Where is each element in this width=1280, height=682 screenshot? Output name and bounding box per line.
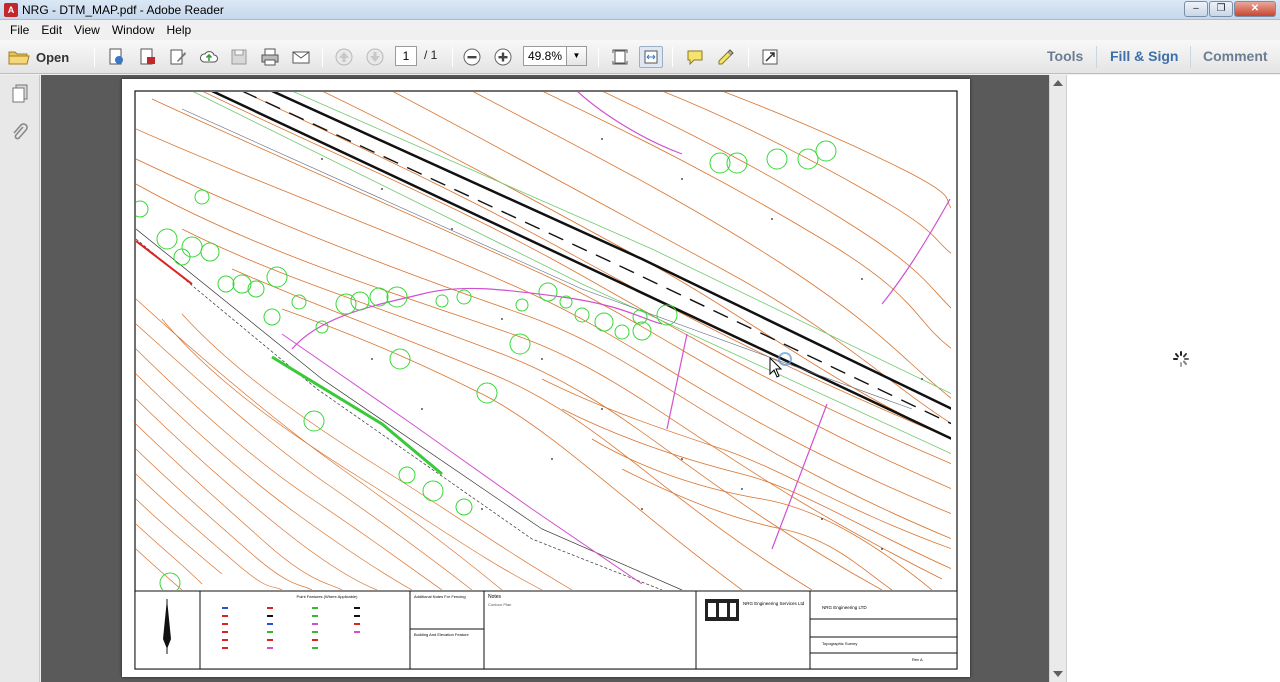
restore-button[interactable]: ❐ [1209, 1, 1233, 17]
building-heading: Building And Elevation Feature [414, 632, 469, 637]
minimize-button[interactable]: – [1184, 1, 1208, 17]
document-area[interactable]: Point Features (Where Applicable) Additi… [41, 75, 1049, 682]
point-features-heading: Point Features (Where Applicable) [296, 594, 358, 599]
window-title: NRG - DTM_MAP.pdf - Adobe Reader [22, 3, 224, 17]
title-block [134, 590, 958, 670]
fullscreen-icon[interactable] [758, 46, 782, 68]
edit-pdf-icon[interactable] [166, 46, 190, 68]
menu-view[interactable]: View [68, 23, 106, 37]
open-label: Open [36, 49, 70, 65]
zoom-in-icon[interactable] [491, 46, 515, 68]
zoom-out-icon[interactable] [460, 46, 484, 68]
company-name: NRG Engineering Services Ltd [743, 601, 805, 606]
fit-page-icon[interactable] [608, 46, 632, 68]
topographic-map [134, 90, 958, 670]
fit-width-icon[interactable] [639, 46, 663, 68]
create-pdf-icon[interactable] [104, 46, 128, 68]
navigation-pane [0, 75, 40, 682]
print-icon[interactable] [258, 46, 282, 68]
previous-page-icon[interactable] [332, 46, 356, 68]
page-total: / 1 [424, 48, 438, 62]
notes-body: Contour Plan [488, 602, 512, 607]
close-button[interactable]: ✕ [1234, 1, 1276, 17]
email-icon[interactable] [289, 46, 313, 68]
export-pdf-icon[interactable] [135, 46, 159, 68]
pages-icon[interactable] [10, 83, 30, 103]
menu-edit[interactable]: Edit [35, 23, 68, 37]
tools-link[interactable]: Tools [1047, 48, 1083, 64]
vertical-scrollbar[interactable] [1049, 75, 1066, 682]
scroll-down-icon[interactable] [1053, 671, 1063, 677]
open-button[interactable]: Open [8, 46, 69, 68]
menu-help[interactable]: Help [161, 23, 198, 37]
save-icon[interactable] [227, 46, 251, 68]
menu-bar: File Edit View Window Help [0, 20, 1280, 40]
folder-icon [8, 51, 30, 65]
menu-file[interactable]: File [4, 23, 35, 37]
toolbar: Open [0, 40, 1280, 74]
pdf-page[interactable]: Point Features (Where Applicable) Additi… [122, 79, 970, 677]
busy-ring-icon [778, 352, 792, 366]
client-name: NRG Engineering LTD [822, 605, 867, 610]
fencing-heading: Additional Notes For Fencing [414, 594, 466, 599]
loading-spinner-icon [1173, 351, 1189, 367]
adobe-reader-icon: A [4, 3, 18, 17]
zoom-input[interactable]: 49.8% [523, 46, 567, 66]
notes-heading: Notes [488, 594, 502, 600]
sticky-note-icon[interactable] [683, 46, 707, 68]
next-page-icon[interactable] [363, 46, 387, 68]
highlight-icon[interactable] [714, 46, 738, 68]
page-number-input[interactable]: 1 [395, 46, 417, 66]
scroll-up-icon[interactable] [1053, 80, 1063, 86]
revision-label: Rev A [912, 657, 923, 662]
comment-link[interactable]: Comment [1203, 48, 1268, 64]
zoom-dropdown-icon[interactable]: ▼ [567, 46, 587, 66]
attachments-icon[interactable] [10, 123, 30, 143]
fill-sign-link[interactable]: Fill & Sign [1110, 48, 1178, 64]
cloud-upload-icon[interactable] [197, 46, 221, 68]
menu-window[interactable]: Window [106, 23, 161, 37]
project-label: Topographic Survey [822, 641, 858, 646]
tools-pane [1066, 75, 1280, 682]
title-bar: A NRG - DTM_MAP.pdf - Adobe Reader – ❐ ✕ [0, 0, 1280, 20]
